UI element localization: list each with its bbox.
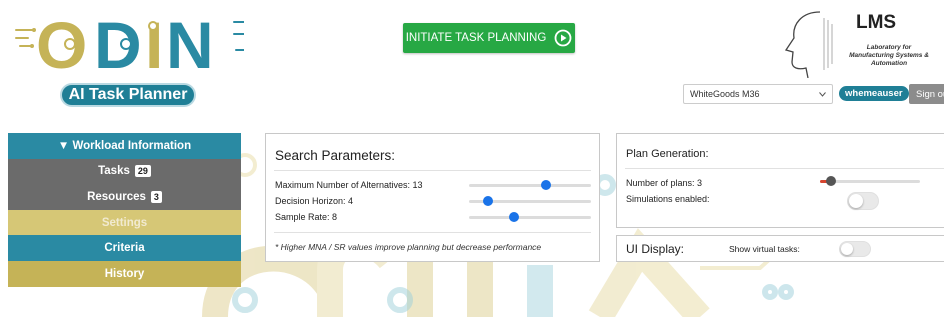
divider bbox=[274, 232, 591, 233]
sign-out-button[interactable]: Sign out bbox=[909, 84, 944, 104]
simulations-enabled-label: Simulations enabled: bbox=[626, 194, 710, 204]
plant-select-value: WhiteGoods M36 bbox=[690, 89, 760, 99]
tasks-count-badge: 29 bbox=[134, 165, 151, 178]
svg-text:I: I bbox=[145, 8, 163, 78]
decision-horizon-slider[interactable] bbox=[469, 196, 591, 206]
show-virtual-tasks-label: Show virtual tasks: bbox=[729, 244, 800, 254]
panel-title: Plan Generation: bbox=[626, 148, 709, 160]
param-label-mna: Maximum Number of Alternatives: 13 bbox=[275, 180, 423, 190]
slider-track bbox=[469, 216, 591, 219]
param-label-decision-horizon: Decision Horizon: 4 bbox=[275, 196, 354, 206]
app-subtitle-pill: AI Task Planner bbox=[60, 83, 196, 107]
divider bbox=[274, 170, 591, 171]
sidebar: ▼ Workload Information Tasks 29 Resource… bbox=[8, 133, 241, 287]
sidebar-item-tasks[interactable]: Tasks 29 bbox=[8, 158, 241, 185]
simulations-toggle[interactable] bbox=[847, 192, 879, 210]
show-virtual-tasks-toggle[interactable] bbox=[839, 241, 871, 257]
initiate-label: INITIATE TASK PLANNING bbox=[405, 32, 547, 44]
sidebar-item-label: Settings bbox=[101, 216, 148, 229]
number-of-plans-label: Number of plans: 3 bbox=[626, 178, 703, 188]
head-profile-icon bbox=[784, 11, 833, 78]
plan-generation-panel: Plan Generation: Number of plans: 3 Simu… bbox=[616, 133, 944, 228]
number-of-plans-slider[interactable] bbox=[820, 176, 920, 186]
play-circle-icon bbox=[554, 29, 572, 47]
sidebar-item-history[interactable]: History bbox=[8, 260, 241, 287]
divider bbox=[625, 168, 944, 169]
lms-logo: LMS Laboratory for Manufacturing Systems… bbox=[772, 8, 932, 80]
sidebar-item-label: History bbox=[104, 267, 145, 280]
panel-title: UI Display: bbox=[626, 242, 685, 256]
resources-count-badge: 3 bbox=[150, 190, 162, 203]
panel-title: Search Parameters: bbox=[275, 148, 396, 163]
initiate-task-planning-button[interactable]: INITIATE TASK PLANNING bbox=[403, 23, 575, 53]
sidebar-item-label: ▼ Workload Information bbox=[57, 139, 192, 152]
odin-logo: O D I N bbox=[15, 8, 244, 78]
lms-title: LMS bbox=[856, 12, 897, 33]
sample-rate-slider[interactable] bbox=[469, 212, 591, 222]
lms-subtitle: Laboratory for Manufacturing Systems & A… bbox=[849, 44, 929, 67]
sidebar-item-label: Criteria bbox=[104, 242, 145, 255]
chevron-down-icon bbox=[819, 91, 826, 97]
sidebar-item-workload-information[interactable]: ▼ Workload Information bbox=[8, 133, 241, 159]
search-parameters-panel: Search Parameters: Maximum Number of Alt… bbox=[265, 133, 600, 262]
sidebar-item-label: Resources bbox=[87, 190, 146, 203]
toggle-knob bbox=[849, 194, 863, 208]
slider-thumb[interactable] bbox=[541, 180, 552, 190]
param-label-sample-rate: Sample Rate: 8 bbox=[275, 212, 338, 222]
slider-thumb[interactable] bbox=[508, 212, 519, 222]
performance-note: * Higher MNA / SR values improve plannin… bbox=[275, 242, 542, 252]
sidebar-item-label: Tasks bbox=[98, 165, 130, 178]
toggle-knob bbox=[841, 243, 853, 255]
slider-thumb[interactable] bbox=[483, 196, 494, 206]
slider-thumb[interactable] bbox=[825, 176, 836, 186]
ui-display-panel: UI Display: Show virtual tasks: bbox=[616, 235, 944, 262]
user-badge: whemeauser bbox=[839, 86, 909, 101]
svg-text:N: N bbox=[166, 8, 214, 78]
svg-text:O: O bbox=[36, 8, 87, 78]
svg-text:D: D bbox=[94, 8, 142, 78]
mna-slider[interactable] bbox=[469, 180, 591, 190]
sidebar-item-resources[interactable]: Resources 3 bbox=[8, 184, 241, 210]
sidebar-item-criteria[interactable]: Criteria bbox=[8, 235, 241, 261]
slider-track bbox=[469, 184, 591, 187]
plant-select[interactable]: WhiteGoods M36 bbox=[683, 84, 833, 104]
sidebar-item-settings[interactable]: Settings bbox=[8, 209, 241, 236]
